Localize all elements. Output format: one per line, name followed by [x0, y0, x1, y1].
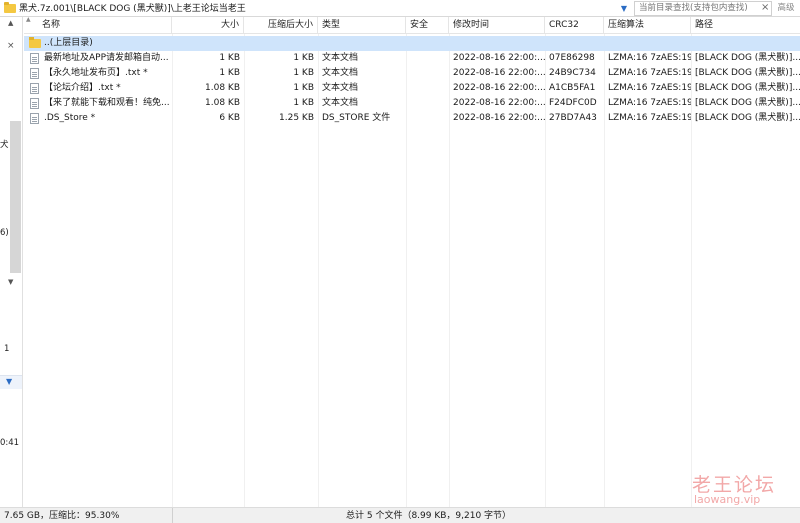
status-summary: 总计 5 个文件（8.99 KB，9,210 字节） [346, 511, 512, 521]
folder-tree-pane: ▲ × 犬 6) ▼ 1 ▼ 0:41 [0, 17, 23, 507]
row-packed: 1 KB [293, 83, 314, 93]
row-modified: 2022-08-16 22:00:... [453, 53, 545, 63]
row-size: 1.08 KB [205, 83, 240, 93]
status-compression: 7.65 GB，压缩比：95.30% [4, 511, 120, 521]
column-header-size[interactable]: 大小 [172, 17, 244, 34]
table-row[interactable]: .DS_Store * 6 KB 1.25 KB DS_STORE 文件 202… [24, 111, 800, 126]
watermark-url: laowang.vip [694, 493, 761, 506]
row-method: LZMA:16 7zAES:19 [608, 98, 691, 108]
row-type: DS_STORE 文件 [322, 113, 391, 123]
search-input[interactable]: 当前目录查找(支持包内查找) [634, 1, 772, 16]
text-file-icon [30, 68, 39, 79]
column-header-packed[interactable]: 压缩后大小 [244, 17, 318, 34]
row-security [406, 51, 449, 66]
row-method: LZMA:16 7zAES:19 [608, 53, 691, 63]
row-name: 【来了就能下载和观看！纯免... [44, 98, 170, 108]
pane-splitter[interactable]: ▼ [0, 375, 22, 389]
row-name: ..(上层目录) [44, 38, 93, 48]
row-name: 【论坛介绍】.txt * [44, 83, 121, 93]
address-path[interactable]: 黑犬.7z.001\[BLACK DOG (黑犬獸)]\上老王论坛当老王 [19, 3, 609, 15]
column-header-name[interactable]: ▲ 名称 [24, 16, 172, 34]
row-crc: 07E86298 [549, 53, 595, 63]
row-packed: 1 KB [293, 53, 314, 63]
row-type: 文本文档 [322, 53, 359, 63]
row-security [406, 96, 449, 111]
row-size: 6 KB [219, 113, 240, 123]
row-crc: 24B9C734 [549, 68, 596, 78]
table-row[interactable]: 【永久地址发布页】.txt * 1 KB 1 KB 文本文档 2022-08-1… [24, 66, 800, 81]
row-size: 1 KB [219, 53, 240, 63]
scroll-up-arrow-icon[interactable]: ▲ [8, 19, 13, 27]
chevron-down-icon[interactable]: ▼ [6, 377, 12, 386]
row-name: .DS_Store * [44, 113, 96, 123]
column-header-row: ▲ 名称 大小 压缩后大小 类型 安全 修改时间 CRC32 压缩算法 路径 [24, 16, 800, 34]
row-path: [BLACK DOG (黑犬獸)]... [695, 68, 800, 78]
column-header-crc[interactable]: CRC32 [545, 17, 604, 34]
status-bar: 7.65 GB，压缩比：95.30% 总计 5 个文件（8.99 KB，9,21… [0, 507, 800, 523]
tree-fragment: 6) [0, 228, 9, 238]
address-bar: 黑犬.7z.001\[BLACK DOG (黑犬獸)]\上老王论坛当老王 ▼ 当… [0, 0, 800, 17]
row-method: LZMA:16 7zAES:19 [608, 113, 691, 123]
scroll-down-arrow-icon[interactable]: ▼ [8, 278, 13, 286]
row-type: 文本文档 [322, 68, 359, 78]
chevron-down-icon[interactable]: ▼ [617, 2, 631, 15]
row-path: [BLACK DOG (黑犬獸)]... [695, 113, 800, 123]
scrollbar-thumb[interactable] [10, 121, 21, 273]
row-packed: 1.25 KB [279, 113, 314, 123]
text-file-icon [30, 98, 39, 109]
file-icon [30, 113, 39, 124]
row-security [406, 111, 449, 126]
row-packed: 1 KB [293, 98, 314, 108]
tree-fragment: 1 [4, 344, 10, 354]
row-packed: 1 KB [293, 68, 314, 78]
column-header-path[interactable]: 路径 [691, 17, 800, 34]
table-row[interactable]: 【来了就能下载和观看！纯免... 1.08 KB 1 KB 文本文档 2022-… [24, 96, 800, 111]
table-row[interactable]: 【论坛介绍】.txt * 1.08 KB 1 KB 文本文档 2022-08-1… [24, 81, 800, 96]
row-modified: 2022-08-16 22:00:... [453, 98, 545, 108]
table-row[interactable]: 最新地址及APP请发邮箱自动... 1 KB 1 KB 文本文档 2022-08… [24, 51, 800, 66]
row-name: 【永久地址发布页】.txt * [44, 68, 148, 78]
advanced-search-button[interactable]: 高级 [774, 1, 798, 16]
row-security [406, 66, 449, 81]
folder-icon [4, 2, 16, 13]
file-list: ▲ 名称 大小 压缩后大小 类型 安全 修改时间 CRC32 压缩算法 路径 .… [24, 16, 800, 507]
close-icon[interactable]: × [761, 2, 771, 14]
tree-fragment: 0:41 [0, 438, 20, 448]
row-crc: A1CB5FA1 [549, 83, 596, 93]
status-divider [172, 508, 173, 523]
row-path: [BLACK DOG (黑犬獸)]... [695, 83, 800, 93]
watermark: 老王论坛 laowang.vip [690, 470, 798, 506]
row-size: 1 KB [219, 68, 240, 78]
row-crc: F24DFC0D [549, 98, 597, 108]
close-icon[interactable]: × [7, 41, 15, 51]
text-file-icon [30, 83, 39, 94]
row-type: 文本文档 [322, 83, 359, 93]
sort-asc-icon: ▲ [26, 16, 31, 23]
column-header-modified[interactable]: 修改时间 [449, 17, 545, 34]
row-path: [BLACK DOG (黑犬獸)]... [695, 53, 800, 63]
parent-directory-row[interactable]: ..(上层目录) [24, 36, 800, 51]
row-crc: 27BD7A43 [549, 113, 597, 123]
row-modified: 2022-08-16 22:00:... [453, 83, 545, 93]
text-file-icon [30, 53, 39, 64]
row-modified: 2022-08-16 22:00:... [453, 68, 545, 78]
row-method: LZMA:16 7zAES:19 [608, 68, 691, 78]
column-header-method[interactable]: 压缩算法 [604, 17, 691, 34]
row-security [406, 81, 449, 96]
row-method: LZMA:16 7zAES:19 [608, 83, 691, 93]
row-name: 最新地址及APP请发邮箱自动... [44, 53, 169, 63]
column-header-security[interactable]: 安全 [406, 17, 449, 34]
row-path: [BLACK DOG (黑犬獸)]... [695, 98, 800, 108]
row-type: 文本文档 [322, 98, 359, 108]
tree-fragment: 犬 [0, 140, 9, 150]
column-header-type[interactable]: 类型 [318, 17, 406, 34]
row-modified: 2022-08-16 22:00:... [453, 113, 545, 123]
row-size: 1.08 KB [205, 98, 240, 108]
